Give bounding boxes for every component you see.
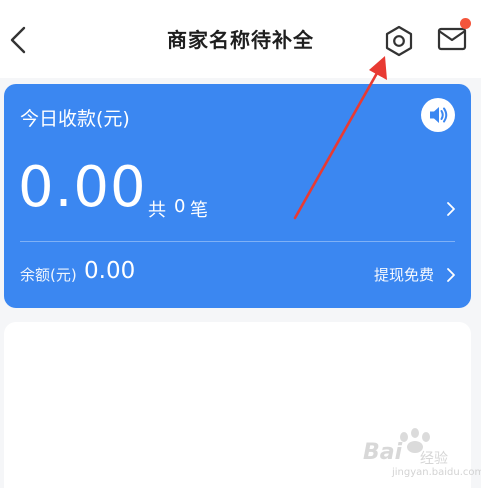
chevron-right-icon[interactable] [444, 199, 458, 219]
transaction-count: 0 [174, 196, 186, 217]
today-receipts-label: 今日收款(元) [20, 108, 130, 130]
watermark-brand: Bai [363, 440, 403, 465]
page: 商家名称待补全 今日收款(元) 0.00 共 0 笔 余额(元) 0.00 提现… [0, 0, 481, 488]
sound-toggle-button[interactable] [421, 98, 455, 132]
header-bar: 商家名称待补全 [0, 0, 481, 78]
speaker-icon [430, 107, 448, 123]
balance-label: 余额(元) [20, 266, 77, 284]
transaction-count-prefix: 共 [148, 200, 166, 221]
gear-icon[interactable] [382, 24, 416, 58]
watermark-sub: 经验 [420, 451, 448, 467]
chevron-right-icon[interactable] [444, 265, 458, 285]
watermark-url: jingyan.baidu.com [392, 467, 481, 478]
notification-badge [460, 18, 471, 29]
withdraw-link[interactable]: 提现免费 [374, 264, 434, 285]
balance-value: 0.00 [84, 258, 136, 284]
today-amount: 0.00 [18, 155, 147, 220]
today-receipts-card: 今日收款(元) 0.00 共 0 笔 余额(元) 0.00 提现免费 [4, 84, 471, 308]
transaction-count-suffix: 笔 [190, 200, 208, 221]
card-divider [20, 241, 455, 242]
